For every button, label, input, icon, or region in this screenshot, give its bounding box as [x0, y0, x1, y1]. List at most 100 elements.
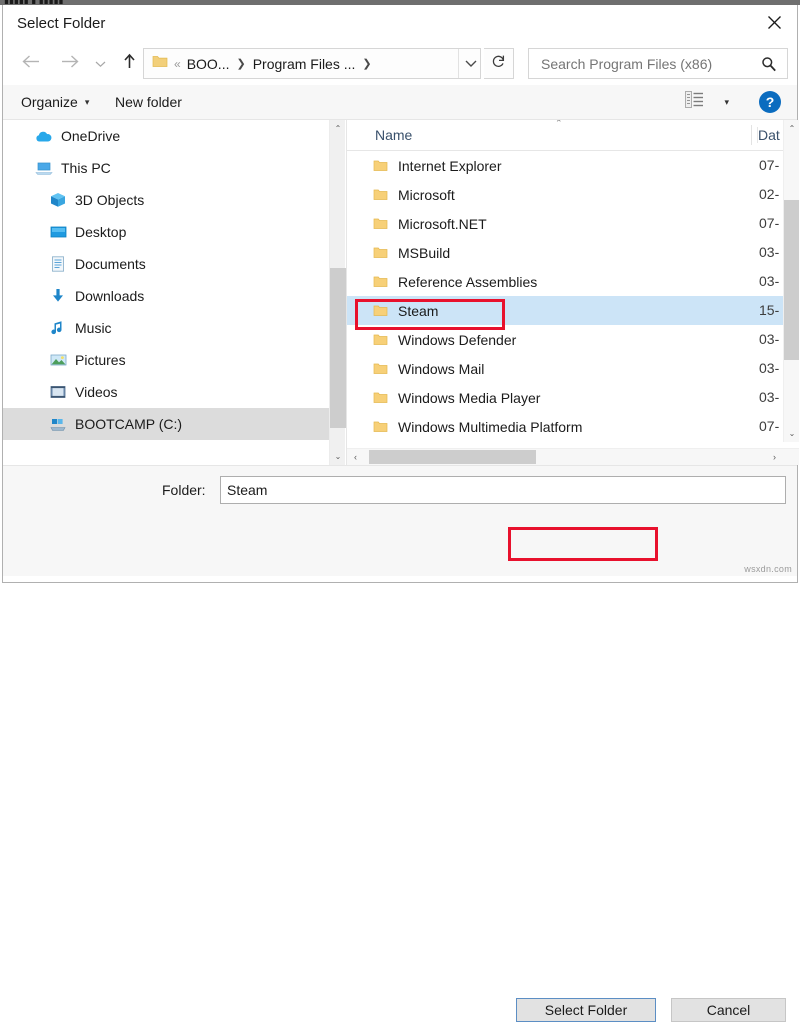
sidebar-item-onedrive[interactable]: OneDrive — [3, 120, 329, 152]
organize-label: Organize — [21, 94, 78, 110]
table-row[interactable]: Windows Media Player 03- — [347, 383, 799, 412]
list-hscroll-thumb[interactable] — [369, 450, 536, 464]
change-view-button[interactable] — [680, 85, 709, 119]
forward-button[interactable] — [53, 49, 85, 79]
folder-icon — [373, 158, 389, 174]
breadcrumb-item-0[interactable]: BOO... — [187, 56, 230, 72]
sidebar-item-label: OneDrive — [61, 128, 120, 144]
address-bar-breadcrumb[interactable]: « BOO... ❯ Program Files ... ❯ — [143, 48, 481, 79]
desktop-icon — [49, 223, 67, 241]
table-row[interactable]: Internet Explorer 07- — [347, 151, 799, 180]
command-bar: Organize ▾ New folder — [3, 85, 797, 120]
file-list-horizontal-scrollbar[interactable]: ‹ › — [347, 448, 799, 465]
file-list-vertical-scrollbar[interactable]: ⌃ ⌄ — [783, 120, 799, 442]
cancel-button[interactable]: Cancel — [671, 998, 786, 1022]
list-scroll-left-button[interactable]: ‹ — [347, 449, 364, 465]
folder-icon — [373, 419, 389, 435]
chevron-down-icon — [465, 55, 477, 73]
drive-icon — [49, 415, 67, 433]
back-button[interactable] — [15, 49, 47, 79]
search-input[interactable] — [539, 55, 748, 73]
sidebar-item-label: Downloads — [75, 288, 144, 304]
table-row[interactable]: Windows Multimedia Platform 07- — [347, 412, 799, 441]
new-folder-button[interactable]: New folder — [107, 85, 190, 119]
list-scroll-up-button[interactable]: ⌃ — [784, 120, 799, 137]
file-date: 07- — [759, 418, 779, 434]
watermark: wsxdn.com — [744, 564, 792, 574]
onedrive-cloud-icon — [35, 127, 53, 145]
arrow-left-icon — [22, 54, 41, 74]
file-date: 03- — [759, 244, 779, 260]
column-header-row: ⌃ Name Dat — [347, 120, 799, 151]
list-scroll-down-button[interactable]: ⌄ — [784, 425, 799, 442]
column-header-name[interactable]: Name — [375, 127, 412, 143]
sidebar-item-this-pc[interactable]: This PC — [3, 152, 329, 184]
up-one-level-button[interactable] — [115, 49, 143, 79]
sidebar-item-3d-objects[interactable]: 3D Objects — [3, 184, 329, 216]
chevron-down-icon — [95, 55, 106, 73]
column-divider[interactable] — [751, 125, 752, 145]
file-name: Windows Mail — [398, 361, 484, 377]
table-row[interactable]: MSBuild 03- — [347, 238, 799, 267]
breadcrumb-arrow-1[interactable]: ❯ — [362, 57, 371, 70]
navpane-scroll-down-button[interactable]: ⌄ — [330, 448, 346, 465]
navpane-scroll-thumb[interactable] — [330, 268, 346, 428]
3d-objects-icon — [49, 191, 67, 209]
folder-input[interactable] — [220, 476, 786, 504]
list-scroll-right-button[interactable]: › — [766, 449, 783, 465]
select-folder-dialog: Select Folder — [2, 5, 798, 583]
sidebar-item-pictures[interactable]: Pictures — [3, 344, 329, 376]
table-row[interactable]: Reference Assemblies 03- — [347, 267, 799, 296]
title-bar: Select Folder — [3, 5, 797, 43]
help-button[interactable]: ? — [759, 91, 781, 113]
organize-button[interactable]: Organize ▾ — [13, 85, 97, 119]
sidebar-item-label: Pictures — [75, 352, 126, 368]
question-mark-icon: ? — [766, 94, 775, 110]
navpane-scrollbar[interactable]: ⌃ ⌄ — [329, 120, 345, 465]
breadcrumb-item-1[interactable]: Program Files ... — [253, 56, 356, 72]
file-date: 15- — [759, 302, 779, 318]
table-row-selected[interactable]: Steam 15- — [347, 296, 799, 325]
arrow-up-icon — [122, 53, 137, 75]
refresh-button[interactable] — [484, 48, 514, 79]
table-row[interactable]: Microsoft.NET 07- — [347, 209, 799, 238]
navpane-scroll-up-button[interactable]: ⌃ — [330, 120, 346, 137]
dialog-footer: Folder: Select Folder Cancel wsxdn.com — [3, 465, 797, 576]
refresh-icon — [491, 54, 506, 74]
folder-icon — [373, 245, 389, 261]
list-scroll-thumb[interactable] — [784, 200, 799, 360]
folder-icon — [373, 187, 389, 203]
sidebar-item-label: 3D Objects — [75, 192, 144, 208]
table-row[interactable]: Microsoft 02- — [347, 180, 799, 209]
address-dropdown-button[interactable] — [458, 49, 483, 78]
close-icon — [767, 15, 782, 30]
file-date: 07- — [759, 215, 779, 231]
table-row[interactable]: Windows Mail 03- — [347, 354, 799, 383]
table-row[interactable]: Windows Defender 03- — [347, 325, 799, 354]
file-name: MSBuild — [398, 245, 450, 261]
file-date: 02- — [759, 186, 779, 202]
folder-icon — [373, 216, 389, 232]
search-icon[interactable] — [761, 56, 777, 72]
navigation-pane: OneDrive This PC — [3, 120, 329, 465]
view-options-dropdown[interactable]: ▾ — [724, 85, 729, 119]
select-folder-button[interactable]: Select Folder — [516, 998, 656, 1022]
file-name: Reference Assemblies — [398, 274, 537, 290]
this-pc-icon — [35, 159, 53, 177]
sidebar-item-music[interactable]: Music — [3, 312, 329, 344]
column-header-date[interactable]: Dat — [757, 127, 780, 143]
breadcrumb-overflow[interactable]: « — [174, 57, 181, 71]
sidebar-item-label: Music — [75, 320, 112, 336]
dialog-title: Select Folder — [17, 15, 105, 32]
search-box[interactable] — [528, 48, 788, 79]
sidebar-item-videos[interactable]: Videos — [3, 376, 329, 408]
recent-locations-button[interactable] — [89, 49, 111, 79]
chevron-down-icon: ▾ — [85, 97, 90, 108]
close-button[interactable] — [751, 5, 797, 39]
sidebar-item-desktop[interactable]: Desktop — [3, 216, 329, 248]
breadcrumb-arrow-0[interactable]: ❯ — [236, 57, 245, 70]
sidebar-item-downloads[interactable]: Downloads — [3, 280, 329, 312]
sidebar-item-documents[interactable]: Documents — [3, 248, 329, 280]
sidebar-item-bootcamp-c[interactable]: BOOTCAMP (C:) — [3, 408, 329, 440]
downloads-icon — [49, 287, 67, 305]
